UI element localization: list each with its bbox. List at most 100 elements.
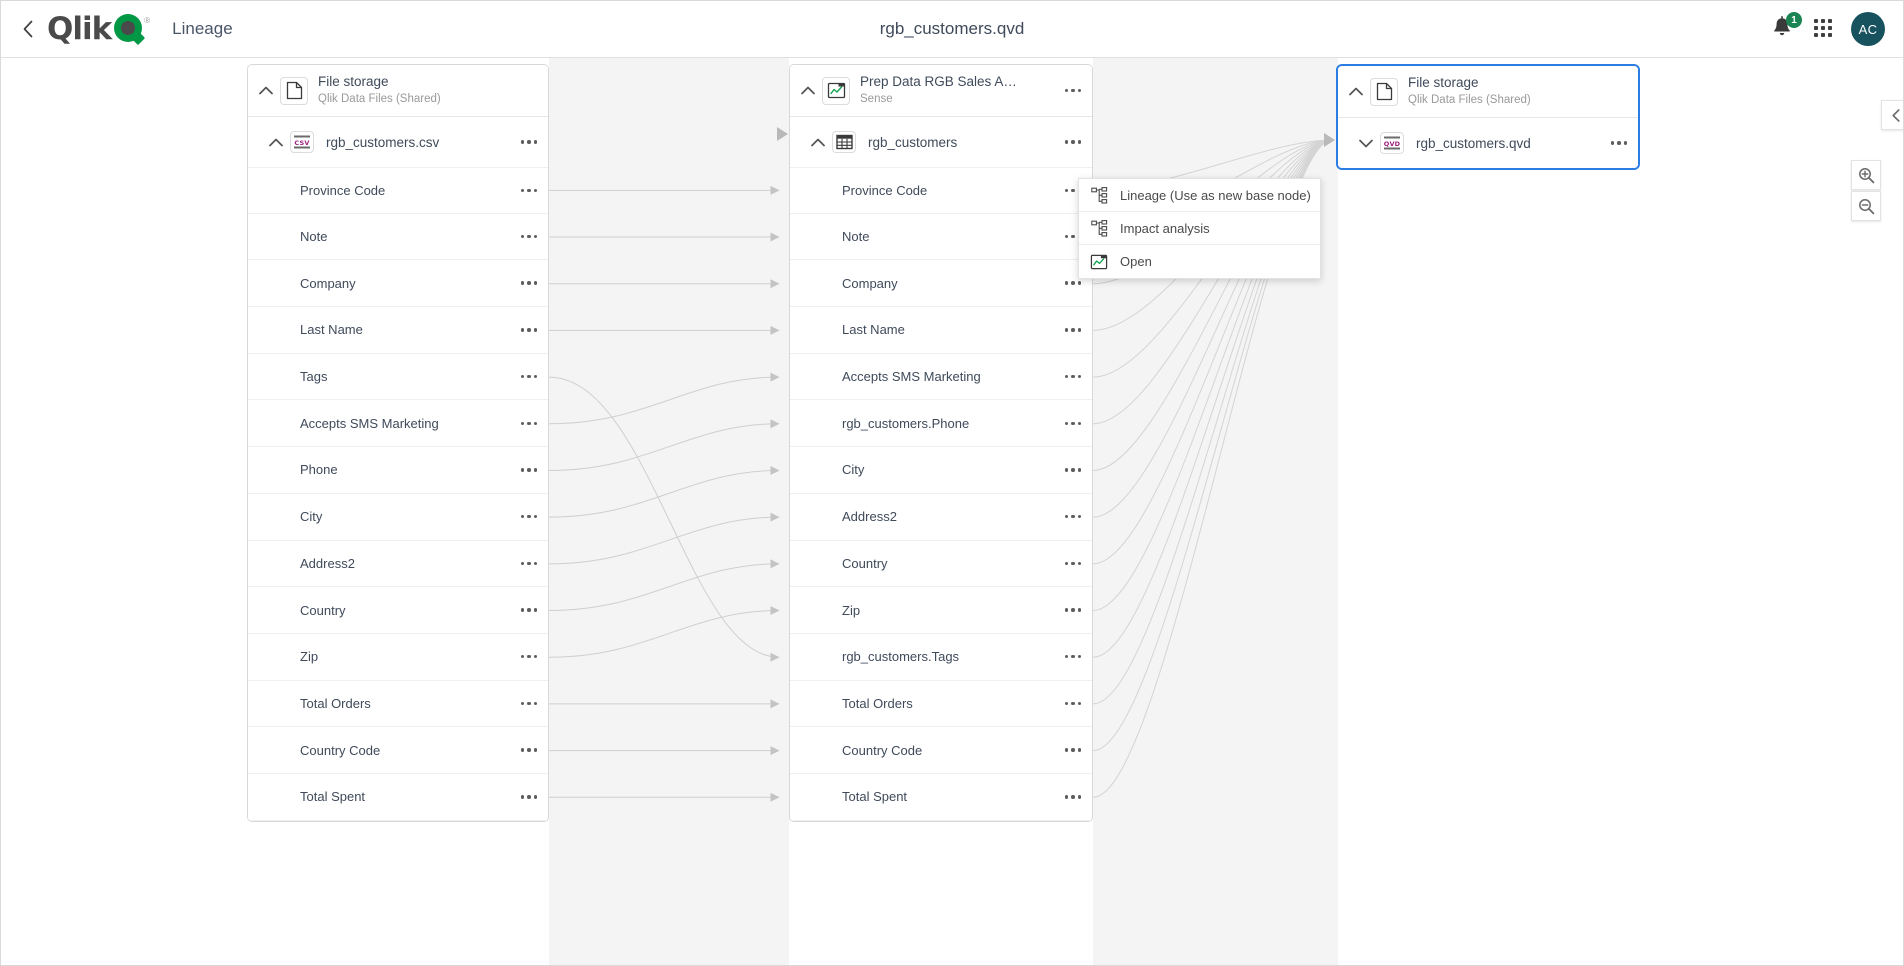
- dataset-row[interactable]: CSV rgb_customers.csv: [248, 117, 548, 167]
- field-name: Total Spent: [842, 789, 908, 805]
- dataset-more-options-icon[interactable]: [1060, 129, 1086, 155]
- field-row[interactable]: Total Spent: [790, 774, 1092, 821]
- field-more-options-icon[interactable]: [1060, 364, 1086, 390]
- zoom-out-icon: [1858, 198, 1874, 214]
- field-row[interactable]: Province Code: [248, 167, 548, 214]
- field-more-options-icon[interactable]: [1060, 737, 1086, 763]
- field-row[interactable]: Country Code: [790, 727, 1092, 774]
- field-more-options-icon[interactable]: [516, 457, 542, 483]
- field-more-options-icon[interactable]: [516, 784, 542, 810]
- field-more-options-icon[interactable]: [516, 644, 542, 670]
- field-row[interactable]: Note: [790, 214, 1092, 261]
- field-name: rgb_customers.Tags: [842, 649, 960, 665]
- field-row[interactable]: Address2: [790, 494, 1092, 541]
- dataset-row[interactable]: QVD rgb_customers.qvd: [1338, 118, 1638, 168]
- dataset-more-options-icon[interactable]: [1606, 130, 1632, 156]
- field-more-options-icon[interactable]: [516, 504, 542, 530]
- context-menu-item-impact-analysis[interactable]: Impact analysis: [1079, 212, 1320, 245]
- field-row[interactable]: Total Spent: [248, 774, 548, 821]
- field-row[interactable]: Country Code: [248, 727, 548, 774]
- field-more-options-icon[interactable]: [1060, 317, 1086, 343]
- lineage-node-prep-data-app[interactable]: Prep Data RGB Sales A… Sense rgb_custome…: [789, 64, 1093, 822]
- dataset-expand-toggle[interactable]: [1352, 129, 1380, 157]
- field-more-options-icon[interactable]: [1060, 550, 1086, 576]
- field-row[interactable]: Phone: [248, 447, 548, 494]
- field-more-options-icon[interactable]: [1060, 457, 1086, 483]
- field-list: Province Code Note Company Last Name Accepts…: [790, 167, 1092, 821]
- dataset-name: rgb_customers.csv: [326, 134, 440, 150]
- field-more-options-icon[interactable]: [516, 737, 542, 763]
- field-more-options-icon[interactable]: [516, 270, 542, 296]
- node-header[interactable]: File storage Qlik Data Files (Shared): [248, 65, 548, 117]
- pan-left-button[interactable]: [1881, 100, 1903, 130]
- field-row[interactable]: City: [248, 494, 548, 541]
- user-avatar[interactable]: AC: [1851, 12, 1885, 46]
- node-collapse-toggle[interactable]: [794, 77, 822, 105]
- context-menu-item-lineage[interactable]: Lineage (Use as new base node): [1079, 179, 1320, 212]
- context-menu-item-open[interactable]: Open: [1079, 245, 1320, 278]
- dataset-collapse-toggle[interactable]: [262, 128, 290, 156]
- field-more-options-icon[interactable]: [516, 597, 542, 623]
- node-header[interactable]: File storage Qlik Data Files (Shared): [1338, 66, 1638, 118]
- field-more-options-icon[interactable]: [1060, 410, 1086, 436]
- lineage-canvas[interactable]: File storage Qlik Data Files (Shared) CS…: [1, 58, 1903, 965]
- field-more-options-icon[interactable]: [516, 364, 542, 390]
- field-more-options-icon[interactable]: [516, 690, 542, 716]
- lineage-node-file-storage-source[interactable]: File storage Qlik Data Files (Shared) CS…: [247, 64, 549, 822]
- dataset-collapse-toggle[interactable]: [804, 128, 832, 156]
- field-more-options-icon[interactable]: [1060, 597, 1086, 623]
- field-row[interactable]: rgb_customers.Phone: [790, 400, 1092, 448]
- field-row[interactable]: Total Orders: [790, 681, 1092, 728]
- field-row[interactable]: Country: [248, 587, 548, 634]
- zoom-in-button[interactable]: [1851, 160, 1881, 190]
- field-row[interactable]: Total Orders: [248, 681, 548, 728]
- field-row[interactable]: Note: [248, 214, 548, 261]
- field-more-options-icon[interactable]: [1060, 504, 1086, 530]
- apps-launcher-button[interactable]: [1814, 19, 1834, 39]
- page-title: rgb_customers.qvd: [879, 19, 1025, 38]
- field-row[interactable]: Zip: [790, 587, 1092, 634]
- node-header-text: File storage Qlik Data Files (Shared): [318, 74, 542, 107]
- field-row[interactable]: Zip: [248, 634, 548, 681]
- back-button[interactable]: [11, 12, 45, 46]
- arrow-left-icon: [1892, 108, 1900, 122]
- node-collapse-toggle[interactable]: [1342, 78, 1370, 106]
- field-row[interactable]: Company: [790, 260, 1092, 308]
- dataset-more-options-icon[interactable]: [516, 129, 542, 155]
- field-more-options-icon[interactable]: [516, 410, 542, 436]
- field-row[interactable]: Last Name: [790, 307, 1092, 354]
- field-row[interactable]: Address2: [248, 541, 548, 588]
- field-name: Address2: [842, 509, 897, 525]
- field-more-options-icon[interactable]: [516, 317, 542, 343]
- field-name: Country: [300, 602, 346, 618]
- field-row[interactable]: City: [790, 447, 1092, 494]
- field-more-options-icon[interactable]: [516, 550, 542, 576]
- field-more-options-icon[interactable]: [1060, 784, 1086, 810]
- field-row[interactable]: Country: [790, 541, 1092, 588]
- notifications-button[interactable]: 1: [1771, 12, 1802, 43]
- lineage-node-file-storage-target[interactable]: File storage Qlik Data Files (Shared) QV…: [1336, 64, 1640, 170]
- field-row[interactable]: Accepts SMS Marketing: [248, 400, 548, 448]
- zoom-out-button[interactable]: [1851, 191, 1881, 221]
- field-more-options-icon[interactable]: [1060, 644, 1086, 670]
- node-header[interactable]: Prep Data RGB Sales A… Sense: [790, 65, 1092, 117]
- field-more-options-icon[interactable]: [516, 224, 542, 250]
- node-more-options-icon[interactable]: [1060, 78, 1086, 104]
- field-row[interactable]: rgb_customers.Tags: [790, 634, 1092, 681]
- dataset-row[interactable]: rgb_customers: [790, 117, 1092, 167]
- field-more-options-icon[interactable]: [1060, 690, 1086, 716]
- qlik-logo[interactable]: Qlik ®: [47, 13, 150, 46]
- field-more-options-icon[interactable]: [516, 177, 542, 203]
- field-row[interactable]: Accepts SMS Marketing: [790, 354, 1092, 401]
- field-row[interactable]: Province Code: [790, 167, 1092, 214]
- node-title: Prep Data RGB Sales A…: [860, 74, 1017, 90]
- field-row[interactable]: Company: [248, 260, 548, 308]
- field-name: Address2: [300, 555, 355, 571]
- field-name: Last Name: [842, 322, 905, 338]
- field-row[interactable]: Last Name: [248, 307, 548, 354]
- sense-app-icon: [822, 76, 850, 105]
- node-collapse-toggle[interactable]: [252, 77, 280, 105]
- zoom-controls: [1851, 160, 1881, 221]
- node-context-menu[interactable]: Lineage (Use as new base node) Impact an…: [1078, 178, 1321, 279]
- field-row[interactable]: Tags: [248, 354, 548, 401]
